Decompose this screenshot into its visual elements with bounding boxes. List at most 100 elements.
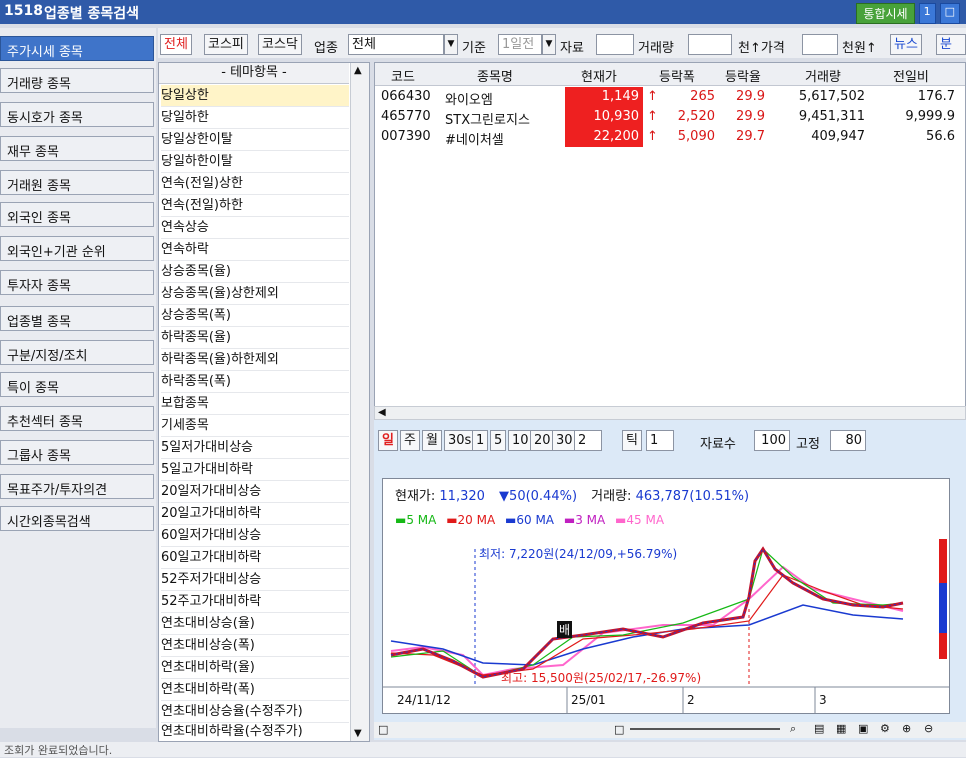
sidebar-item-group[interactable]: 그룹사 종목	[0, 440, 154, 465]
theme-item[interactable]: 연초대비상승율(수정주가)	[161, 701, 349, 723]
news-button[interactable]: 뉴스	[890, 34, 922, 55]
window-mini-button[interactable]: 1	[918, 3, 936, 24]
theme-item[interactable]: 상승종목(율)상한제외	[161, 283, 349, 305]
sidebar-item-finance[interactable]: 재무 종목	[0, 136, 154, 161]
industry-select[interactable]: 전체	[348, 34, 444, 55]
tab-all[interactable]: 전체	[160, 34, 192, 55]
theme-scrollbar[interactable]: ▲ ▼	[350, 63, 369, 741]
data-count-input[interactable]: 100	[754, 430, 790, 451]
square-icon[interactable]: □	[614, 723, 624, 736]
col-prev[interactable]: 전일비	[893, 66, 929, 85]
grid-horizontal-scrollbar[interactable]: ◀	[374, 406, 966, 420]
chevron-down-icon[interactable]: ▼	[542, 34, 556, 55]
theme-item[interactable]: 연초대비상승(율)	[161, 613, 349, 635]
tick-button[interactable]: 틱	[622, 430, 642, 451]
window-restore-button[interactable]: □	[939, 3, 960, 24]
sidebar-item-investor[interactable]: 투자자 종목	[0, 270, 154, 295]
tab-kosdaq[interactable]: 코스닥	[258, 34, 302, 55]
theme-item[interactable]: 당일하한이탈	[161, 151, 349, 173]
scroll-left-icon[interactable]: ◀	[378, 407, 386, 418]
theme-item[interactable]: 연초대비하락(폭)	[161, 679, 349, 701]
period-30m[interactable]: 30	[552, 430, 577, 451]
sidebar-item-sector[interactable]: 추천섹터 종목	[0, 406, 154, 431]
scroll-down-icon[interactable]: ▼	[354, 728, 362, 739]
sidebar-item-price[interactable]: 주가시세 종목	[0, 36, 154, 61]
theme-item[interactable]: 52주고가대비하락	[161, 591, 349, 613]
integrated-quote-button[interactable]: 통합시세	[856, 3, 915, 24]
sidebar-item-foreign[interactable]: 외국인 종목	[0, 202, 154, 227]
tool-icon[interactable]: ▦	[836, 722, 846, 735]
theme-item[interactable]: 20일저가대비상승	[161, 481, 349, 503]
tick-input[interactable]: 1	[646, 430, 674, 451]
theme-item[interactable]: 연초대비하락율(수정주가)	[161, 721, 349, 741]
period-custom-input[interactable]: 2	[574, 430, 602, 451]
scroll-up-icon[interactable]: ▲	[354, 65, 362, 76]
sidebar-item-special[interactable]: 특이 종목	[0, 372, 154, 397]
table-row[interactable]: 066430 와이오엠 1,149 ↑ 265 29.9 5,617,502 1…	[375, 87, 965, 108]
tool-icon[interactable]: ▤	[814, 722, 824, 735]
sidebar-item-designation[interactable]: 구분/지정/조치	[0, 340, 154, 365]
period-week[interactable]: 주	[400, 430, 420, 451]
theme-item[interactable]: 상승종목(율)	[161, 261, 349, 283]
zoom-out-icon[interactable]: ⊖	[924, 722, 933, 735]
volume-input[interactable]	[688, 34, 732, 55]
sidebar-item-industry[interactable]: 업종별 종목	[0, 306, 154, 331]
theme-item[interactable]: 보합종목	[161, 393, 349, 415]
col-name[interactable]: 종목명	[477, 66, 513, 85]
col-volume[interactable]: 거래량	[805, 66, 841, 85]
theme-item[interactable]: 52주저가대비상승	[161, 569, 349, 591]
sidebar-item-afterhours[interactable]: 시간외종목검색	[0, 506, 154, 531]
price-input[interactable]	[802, 34, 838, 55]
period-10m[interactable]: 10	[508, 430, 533, 451]
chevron-down-icon[interactable]: ▼	[444, 34, 458, 55]
sidebar-item-auction[interactable]: 동시호가 종목	[0, 102, 154, 127]
theme-item[interactable]: 연초대비하락(율)	[161, 657, 349, 679]
table-row[interactable]: 007390 #네이처셀 22,200 ↑ 5,090 29.7 409,947…	[375, 127, 965, 148]
sidebar-item-volume[interactable]: 거래량 종목	[0, 68, 154, 93]
col-rate[interactable]: 등락율	[725, 66, 761, 85]
sidebar-item-target-price[interactable]: 목표주가/투자의견	[0, 474, 154, 499]
theme-item[interactable]: 하락종목(율)	[161, 327, 349, 349]
zoom-in-icon[interactable]: ⊕	[902, 722, 911, 735]
theme-item[interactable]: 당일상한	[161, 85, 349, 107]
extra-button[interactable]: 분	[936, 34, 966, 55]
theme-item[interactable]: 당일하한	[161, 107, 349, 129]
theme-item[interactable]: 60일고가대비하락	[161, 547, 349, 569]
sidebar-item-broker[interactable]: 거래원 종목	[0, 170, 154, 195]
tab-kospi[interactable]: 코스피	[204, 34, 248, 55]
search-icon[interactable]: ⌕	[790, 722, 796, 736]
theme-item[interactable]: 연속(전일)하한	[161, 195, 349, 217]
theme-item[interactable]: 기세종목	[161, 415, 349, 437]
sidebar-item-foreign-inst[interactable]: 외국인+기관 순위	[0, 236, 154, 261]
col-change[interactable]: 등락폭	[659, 66, 695, 85]
square-icon[interactable]: □	[378, 723, 388, 736]
period-day[interactable]: 일	[378, 430, 398, 451]
period-20m[interactable]: 20	[530, 430, 555, 451]
data-input[interactable]	[596, 34, 634, 55]
theme-item[interactable]: 하락종목(율)하한제외	[161, 349, 349, 371]
theme-item[interactable]: 연속상승	[161, 217, 349, 239]
fixed-input[interactable]: 80	[830, 430, 866, 451]
theme-item[interactable]: 연속(전일)상한	[161, 173, 349, 195]
theme-item[interactable]: 상승종목(폭)	[161, 305, 349, 327]
zoom-slider[interactable]	[630, 728, 780, 730]
theme-item[interactable]: 5일고가대비하락	[161, 459, 349, 481]
col-price[interactable]: 현재가	[581, 66, 617, 85]
col-code[interactable]: 코드	[391, 66, 415, 85]
tool-icon[interactable]: ▣	[858, 722, 868, 735]
price-chart[interactable]: 현재가: 11,320 ▼50(0.44%) 거래량: 463,787(10.5…	[382, 478, 950, 714]
period-month[interactable]: 월	[422, 430, 442, 451]
theme-item[interactable]: 20일고가대비하락	[161, 503, 349, 525]
table-row[interactable]: 465770 STX그린로지스 10,930 ↑ 2,520 29.9 9,45…	[375, 107, 965, 128]
period-30s[interactable]: 30s	[444, 430, 476, 451]
theme-item[interactable]: 당일상한이탈	[161, 129, 349, 151]
theme-item[interactable]: 60일저가대비상승	[161, 525, 349, 547]
period-5m[interactable]: 5	[490, 430, 507, 451]
theme-item[interactable]: 5일저가대비상승	[161, 437, 349, 459]
gear-icon[interactable]: ⚙	[880, 722, 890, 735]
period-1m[interactable]: 1	[472, 430, 489, 451]
theme-item[interactable]: 연초대비상승(폭)	[161, 635, 349, 657]
basis-select[interactable]: 1일전	[498, 34, 542, 55]
theme-item[interactable]: 하락종목(폭)	[161, 371, 349, 393]
theme-item[interactable]: 연속하락	[161, 239, 349, 261]
